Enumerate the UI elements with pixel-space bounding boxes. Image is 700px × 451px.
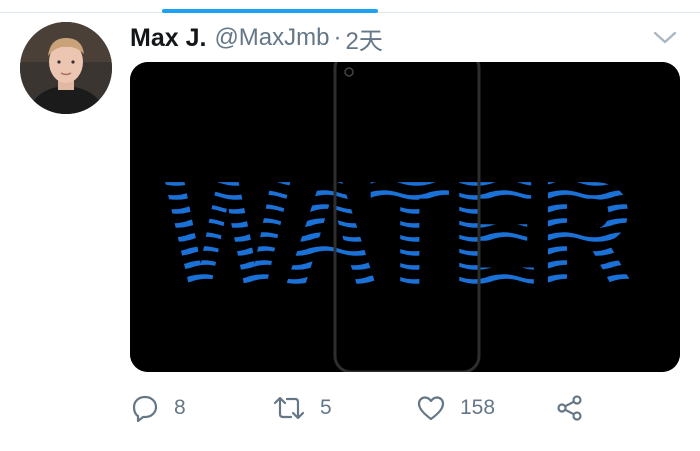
chevron-down-icon[interactable] (652, 27, 678, 47)
media-image: WATER (130, 62, 680, 372)
separator-dot: · (333, 24, 342, 51)
top-bar (0, 0, 700, 14)
retweet-button[interactable]: 5 (272, 388, 332, 428)
retweet-icon (272, 393, 306, 423)
tweet-actions: 8 5 158 (130, 388, 690, 428)
avatar-photo (20, 22, 112, 114)
author-handle[interactable]: @MaxJmb (214, 24, 329, 52)
like-button[interactable]: 158 (416, 388, 495, 428)
like-count: 158 (460, 396, 496, 419)
like-icon (416, 393, 446, 423)
retweet-count: 5 (320, 396, 332, 419)
reply-count: 8 (174, 396, 186, 419)
avatar[interactable] (20, 22, 112, 114)
tweet-header: Max J. @MaxJmb · 2天 (130, 18, 383, 58)
share-icon (555, 393, 585, 423)
loading-indicator (162, 9, 378, 13)
tweet-timestamp[interactable]: 2天 (345, 21, 382, 56)
tweet-media[interactable]: WATER (130, 62, 680, 372)
reply-icon (130, 393, 160, 423)
reply-button[interactable]: 8 (130, 388, 186, 428)
share-button[interactable] (555, 388, 585, 428)
author-name[interactable]: Max J. (130, 24, 206, 53)
